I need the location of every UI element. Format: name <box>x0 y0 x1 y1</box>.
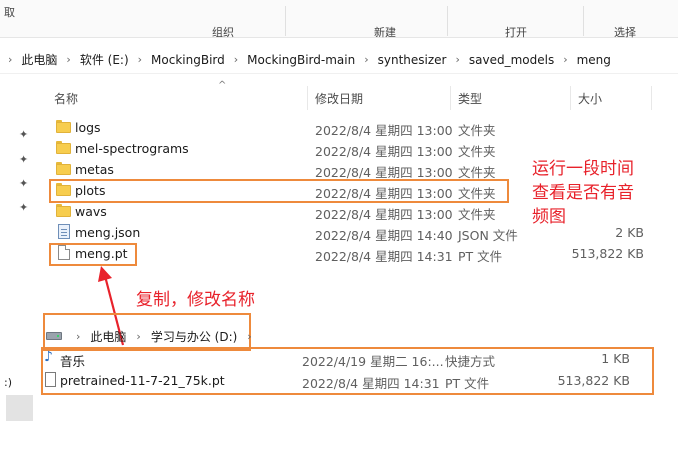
chevron-right-icon[interactable]: › <box>247 330 251 343</box>
chevron-right-icon[interactable]: › <box>136 330 140 343</box>
file-name: 音乐 <box>60 354 86 369</box>
breadcrumb-drive-d[interactable]: 学习与办公 (D:) <box>151 328 237 345</box>
file-date: 2022/4/19 星期二 16:... <box>302 354 444 369</box>
drive-icon <box>46 332 62 340</box>
file-name: pretrained-11-7-21_75k.pt <box>60 373 225 388</box>
music-shortcut-icon: ♪ <box>44 349 53 365</box>
file-date: 2022/8/4 星期四 14:31 <box>302 376 440 391</box>
file-size: 1 KB <box>601 351 630 366</box>
file-icon <box>45 372 56 387</box>
second-address-bar[interactable]: › 此电脑 › 学习与办公 (D:) › <box>46 323 262 349</box>
file-type: PT 文件 <box>445 376 490 391</box>
file-type: 快捷方式 <box>445 354 496 369</box>
file-size: 513,822 KB <box>557 373 630 388</box>
breadcrumb-this-pc[interactable]: 此电脑 <box>90 328 126 345</box>
file-row-music-shortcut[interactable]: ♪ 音乐 2022/4/19 星期二 16:... 快捷方式 1 KB <box>42 348 648 369</box>
arrow-head <box>98 266 112 282</box>
chevron-right-icon[interactable]: › <box>76 330 80 343</box>
file-row-pretrained-pt[interactable]: pretrained-11-7-21_75k.pt 2022/8/4 星期四 1… <box>42 370 648 391</box>
